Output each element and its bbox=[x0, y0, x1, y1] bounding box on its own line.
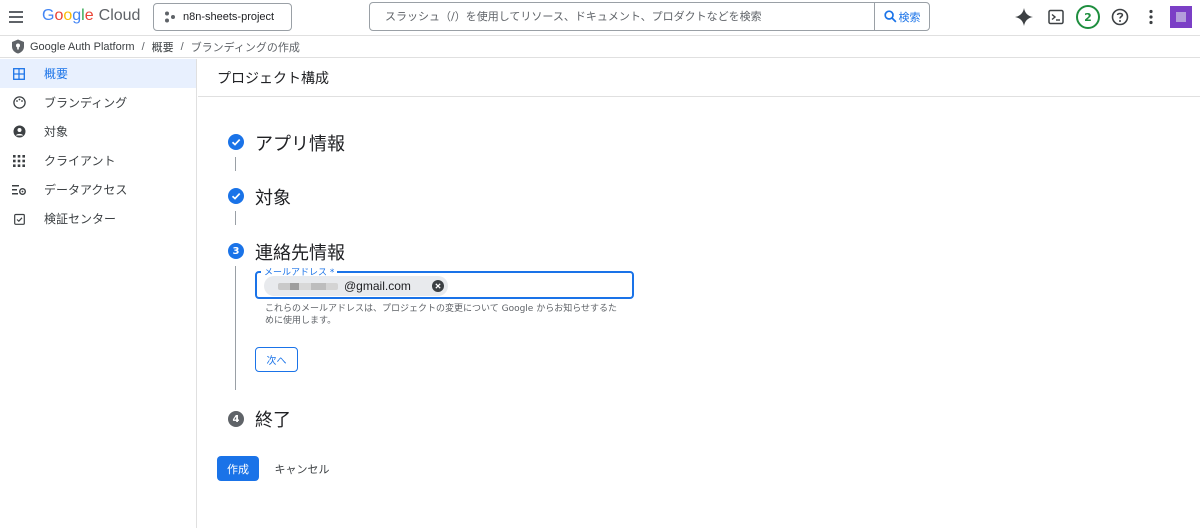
hamburger-icon-line bbox=[9, 16, 23, 18]
sidebar-item-clients[interactable]: クライアント bbox=[0, 146, 196, 175]
step-title-audience[interactable]: 対象 bbox=[255, 184, 291, 210]
breadcrumb-item-overview[interactable]: 概要 bbox=[152, 39, 174, 55]
sidebar-item-label: クライアント bbox=[44, 154, 116, 168]
sidebar: 概要 ブランディング 対象 クライアント データアクセス 検証センター bbox=[0, 59, 197, 528]
email-chip-text: @gmail.com bbox=[344, 279, 411, 293]
sidebar-item-label: ブランディング bbox=[44, 96, 128, 110]
breadcrumb-separator: / bbox=[141, 40, 145, 53]
search-button[interactable]: 検索 bbox=[874, 3, 929, 30]
sidebar-item-label: 概要 bbox=[44, 67, 69, 81]
step-title-contact-info: 連絡先情報 bbox=[255, 243, 345, 264]
cloud-shell-button[interactable] bbox=[1045, 6, 1067, 28]
step-number-badge: 4 bbox=[228, 411, 244, 427]
sidebar-item-audience[interactable]: 対象 bbox=[0, 117, 196, 146]
step-title-app-info[interactable]: アプリ情報 bbox=[255, 130, 345, 156]
sidebar-item-label: データアクセス bbox=[44, 183, 128, 197]
help-icon bbox=[1111, 8, 1129, 26]
data-settings-icon bbox=[12, 183, 26, 197]
sidebar-item-verification-center[interactable]: 検証センター bbox=[0, 204, 196, 233]
step-done-check-icon bbox=[228, 134, 244, 150]
sidebar-item-data-access[interactable]: データアクセス bbox=[0, 175, 196, 204]
project-name: n8n-sheets-project bbox=[183, 11, 275, 23]
page-title-text: プロジェクト構成 bbox=[217, 70, 329, 87]
hamburger-icon bbox=[9, 11, 23, 13]
email-chip[interactable]: @gmail.com bbox=[264, 276, 448, 296]
sidebar-item-label: 検証センター bbox=[44, 212, 117, 226]
search-bar: 検索 bbox=[369, 2, 930, 31]
redacted-text bbox=[278, 282, 338, 290]
shield-icon bbox=[12, 39, 24, 54]
breadcrumb-item-auth-platform[interactable]: Google Auth Platform bbox=[30, 41, 135, 53]
gemini-spark-button[interactable] bbox=[1013, 6, 1035, 28]
step-number-badge: 3 bbox=[228, 243, 244, 259]
search-button-label: 検索 bbox=[898, 10, 921, 24]
breadcrumb-separator: / bbox=[180, 40, 184, 53]
sidebar-item-overview[interactable]: 概要 bbox=[0, 59, 196, 88]
step-title-finish: 終了 bbox=[255, 410, 291, 431]
breadcrumb: Google Auth Platform / 概要 / ブランディングの作成 bbox=[0, 36, 1200, 58]
palette-icon bbox=[12, 96, 26, 110]
chip-remove-button[interactable] bbox=[432, 280, 444, 292]
step-connector bbox=[235, 157, 236, 171]
step-done-check-icon bbox=[228, 188, 244, 204]
step-connector bbox=[235, 266, 236, 390]
terminal-icon bbox=[1048, 9, 1064, 25]
cancel-button[interactable]: キャンセル bbox=[267, 456, 337, 481]
notifications-badge[interactable]: 2 bbox=[1076, 5, 1100, 29]
search-input[interactable] bbox=[370, 3, 874, 30]
sidebar-item-branding[interactable]: ブランディング bbox=[0, 88, 196, 117]
apps-grid-icon bbox=[12, 154, 26, 168]
dashboard-icon bbox=[12, 67, 26, 81]
search-icon bbox=[883, 10, 896, 23]
project-hub-icon bbox=[165, 11, 175, 23]
email-helper-text: これらのメールアドレスは、プロジェクトの変更について Google からお知らせ… bbox=[265, 304, 618, 326]
hamburger-icon-line bbox=[9, 21, 23, 23]
project-picker-button[interactable]: n8n-sheets-project bbox=[153, 3, 292, 31]
checklist-icon bbox=[12, 212, 26, 226]
close-icon bbox=[435, 283, 441, 289]
spark-icon bbox=[1015, 8, 1033, 26]
account-circle-icon bbox=[12, 125, 26, 139]
more-options-button[interactable] bbox=[1140, 6, 1162, 28]
sidebar-item-label: 対象 bbox=[44, 125, 69, 139]
page-title: プロジェクト構成 bbox=[198, 59, 1200, 97]
create-button[interactable]: 作成 bbox=[217, 456, 259, 481]
top-bar: GoogleCloud n8n-sheets-project 検索 2 bbox=[0, 0, 1200, 36]
more-vert-icon bbox=[1149, 9, 1153, 25]
breadcrumb-item-current: ブランディングの作成 bbox=[190, 41, 300, 54]
step-connector bbox=[235, 211, 236, 225]
main-menu-button[interactable] bbox=[6, 6, 28, 28]
help-button[interactable] bbox=[1109, 6, 1131, 28]
google-cloud-logo[interactable]: Google Cloud bbox=[42, 7, 140, 25]
avatar[interactable] bbox=[1170, 6, 1192, 28]
next-button[interactable]: 次へ bbox=[255, 347, 298, 372]
